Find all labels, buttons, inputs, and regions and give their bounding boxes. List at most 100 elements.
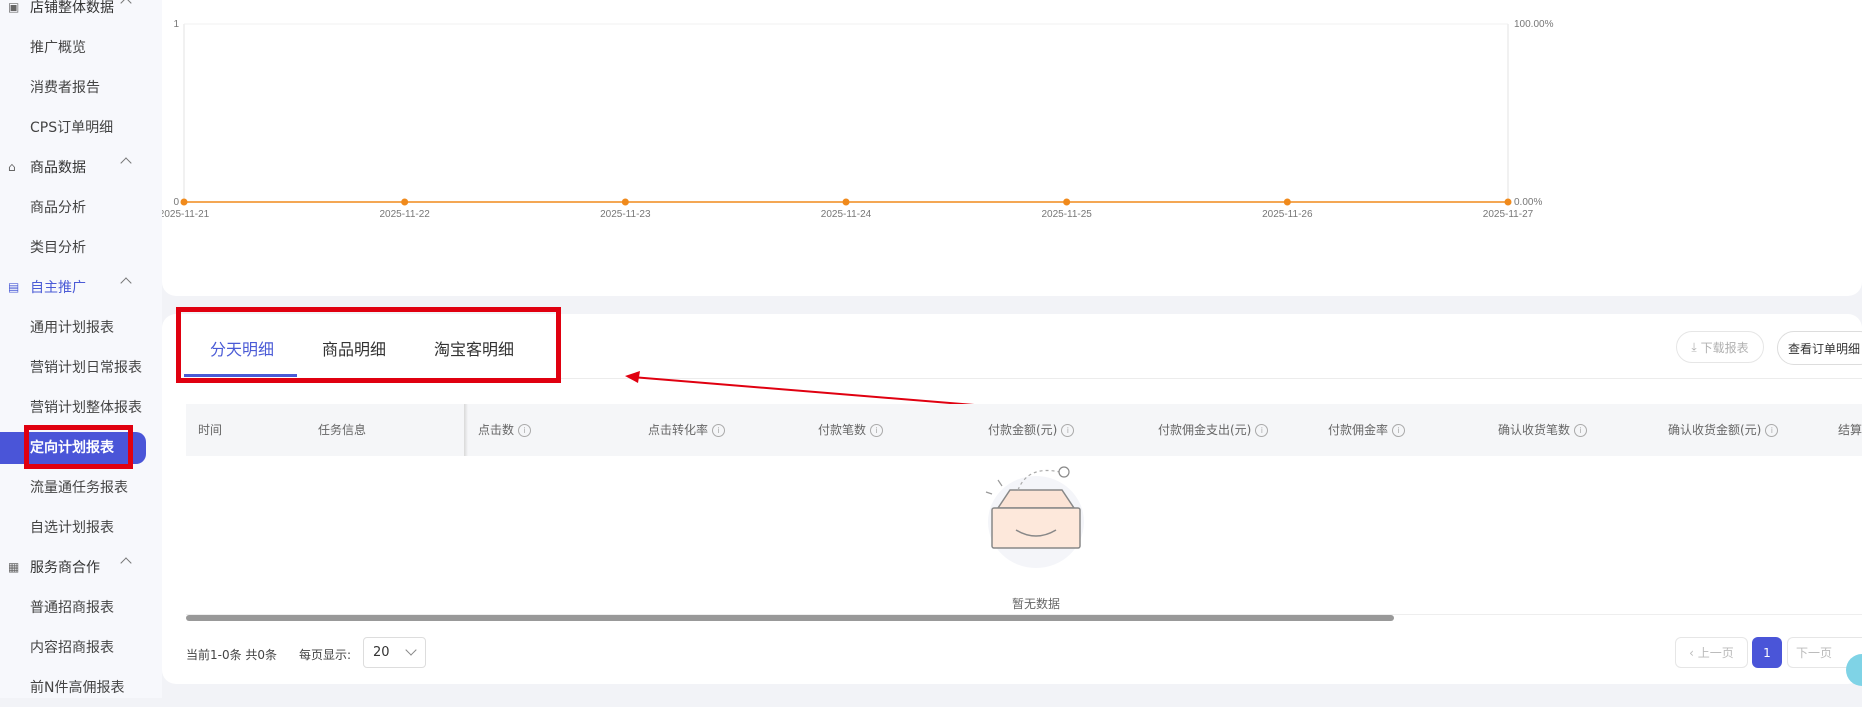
x-tick-label: 2025-11-21 — [162, 209, 210, 220]
sidebar-item-selected-plan[interactable]: 自选计划报表 — [0, 507, 162, 547]
sidebar-group-partner[interactable]: ▦ 服务商合作 — [0, 547, 162, 587]
sidebar-item-normal-merchant[interactable]: 普通招商报表 — [0, 587, 162, 627]
column-header-confirmed-count: 确认收货笔数 i — [1498, 421, 1588, 438]
column-header-label: 点击数 — [478, 423, 515, 437]
column-header-commission-spend: 付款佣金支出(元) i — [1158, 421, 1269, 438]
prev-page-button[interactable]: ‹ 上一页 — [1675, 637, 1748, 668]
info-icon[interactable]: i — [518, 424, 532, 437]
line-chart: 1 0 100.00% 0.00% 2025-11-21 2025-11-22 2025-1… — [162, 19, 1554, 220]
sidebar-group-label: 店铺整体数据 — [30, 0, 114, 16]
column-header-label: 付款笔数 — [818, 423, 867, 437]
empty-box-icon — [985, 466, 1084, 568]
info-icon[interactable]: i — [712, 424, 726, 437]
data-point — [621, 198, 629, 206]
info-icon[interactable]: i — [870, 424, 884, 437]
data-point — [842, 198, 850, 206]
box-lid — [996, 489, 1076, 509]
download-icon: ⤓ — [1691, 339, 1697, 354]
column-header-label: 付款佣金率 — [1328, 423, 1389, 437]
sidebar-item-general-plan[interactable]: 通用计划报表 — [0, 307, 162, 347]
prev-page-label: 上一页 — [1697, 646, 1734, 660]
chevron-up-icon — [120, 557, 132, 569]
bee-body — [1058, 466, 1070, 478]
info-icon[interactable]: i — [1255, 424, 1269, 437]
x-tick-label: 2025-11-26 — [1262, 209, 1313, 220]
sidebar-item-label: 商品分析 — [30, 200, 86, 216]
column-header-label: 确认收货金额(元) — [1668, 423, 1762, 437]
sidebar-item-label: 普通招商报表 — [30, 600, 114, 616]
sidebar-group-product-data[interactable]: ⌂ 商品数据 — [0, 147, 162, 187]
per-page-label: 每页显示: — [299, 648, 352, 662]
x-tick-label: 2025-11-23 — [600, 209, 651, 220]
sidebar-item-label: 消费者报告 — [30, 80, 100, 96]
partner-icon: ▦ — [8, 560, 20, 574]
annotation-highlight-box — [176, 307, 561, 383]
sidebar-group-label: 自主推广 — [30, 280, 86, 296]
column-header-payment-count: 付款笔数 i — [818, 421, 884, 438]
x-tick-label: 2025-11-22 — [379, 209, 430, 220]
sidebar-item-label: 营销计划整体报表 — [30, 400, 142, 416]
sidebar-item-product-analysis[interactable]: 商品分析 — [0, 187, 162, 227]
sidebar-group-label: 商品数据 — [30, 160, 86, 176]
x-tick-label: 2025-11-25 — [1041, 209, 1092, 220]
sidebar-item-cps-orders[interactable]: CPS订单明细 — [0, 107, 162, 147]
assistant-icon[interactable] — [1840, 650, 1862, 698]
sidebar-item-targeted-plan[interactable]: 定向计划报表 — [0, 425, 162, 469]
column-header-settlement: 结算 — [1838, 423, 1862, 437]
info-icon[interactable]: i — [1574, 424, 1588, 437]
sidebar-group-store-data[interactable]: ▣ 店铺整体数据 — [0, 0, 162, 27]
column-header-label: 付款金额(元) — [988, 423, 1058, 437]
chevron-left-icon: ‹ — [1689, 645, 1698, 660]
fixed-column-shadow — [464, 404, 468, 456]
download-label: 下载报表 — [1700, 340, 1749, 355]
empty-state-text: 暂无数据 — [1012, 597, 1061, 611]
column-header-label: 点击转化率 — [648, 423, 709, 437]
view-order-detail-button[interactable]: 查看订单明细 — [1777, 331, 1862, 365]
sidebar: ▣ 店铺整体数据 推广概览 消费者报告 CPS订单明细 ⌂ 商品数据 商品分析 … — [0, 0, 162, 698]
chevron-up-icon — [120, 277, 132, 289]
y-tick-label-left: 0 — [173, 197, 179, 208]
box-body — [991, 507, 1081, 549]
column-header-clicks: 点击数 i — [478, 421, 532, 438]
sidebar-item-label: 通用计划报表 — [30, 320, 114, 336]
sidebar-item-category-analysis[interactable]: 类目分析 — [0, 227, 162, 267]
spark-line — [985, 491, 993, 495]
sidebar-item-marketing-overall[interactable]: 营销计划整体报表 — [0, 387, 162, 427]
page-number-button[interactable]: 1 — [1752, 637, 1782, 668]
assistant-icon-shape — [1846, 654, 1862, 686]
sidebar-item-label: 营销计划日常报表 — [30, 360, 142, 376]
download-report-button[interactable]: ⤓ 下载报表 — [1676, 331, 1764, 363]
pagination-total: 当前1-0条 共0条 — [186, 648, 278, 662]
y-tick-label-left: 1 — [173, 19, 179, 30]
sidebar-item-consumer-report[interactable]: 消费者报告 — [0, 67, 162, 107]
x-tick-label: 2025-11-27 — [1483, 209, 1534, 220]
chevron-down-icon — [405, 644, 417, 656]
sidebar-item-label: CPS订单明细 — [30, 120, 114, 136]
sidebar-group-self-promotion[interactable]: ▤ 自主推广 — [0, 267, 162, 307]
y-tick-label-right: 0.00% — [1514, 197, 1542, 208]
info-icon[interactable]: i — [1765, 424, 1779, 437]
sidebar-item-content-merchant[interactable]: 内容招商报表 — [0, 627, 162, 667]
sidebar-item-traffic-task[interactable]: 流量通任务报表 — [0, 467, 162, 507]
sidebar-item-marketing-daily[interactable]: 营销计划日常报表 — [0, 347, 162, 387]
x-tick-label: 2025-11-24 — [821, 209, 872, 220]
sidebar-item-top-n-commission[interactable]: 前N件高佣报表 — [0, 667, 162, 707]
annotation-highlight-box — [24, 425, 133, 469]
chevron-up-icon — [120, 0, 132, 9]
y-tick-label-right: 100.00% — [1514, 19, 1554, 30]
next-page-label: 下一页 — [1796, 646, 1833, 660]
horizontal-scrollbar[interactable] — [186, 615, 1394, 621]
sidebar-item-label: 推广概览 — [30, 40, 86, 56]
sidebar-item-label: 前N件高佣报表 — [30, 680, 125, 696]
per-page-value: 20 — [373, 645, 390, 660]
sidebar-group-label: 服务商合作 — [30, 560, 100, 576]
data-point — [1504, 198, 1512, 206]
sidebar-item-overview[interactable]: 推广概览 — [0, 27, 162, 67]
sidebar-item-label: 自选计划报表 — [30, 520, 114, 536]
per-page-select[interactable]: 20 — [363, 637, 426, 668]
column-header-time: 时间 — [198, 423, 223, 437]
info-icon[interactable]: i — [1392, 424, 1406, 437]
data-point — [1063, 198, 1071, 206]
column-header-commission-rate: 付款佣金率 i — [1328, 421, 1406, 438]
info-icon[interactable]: i — [1061, 424, 1075, 437]
